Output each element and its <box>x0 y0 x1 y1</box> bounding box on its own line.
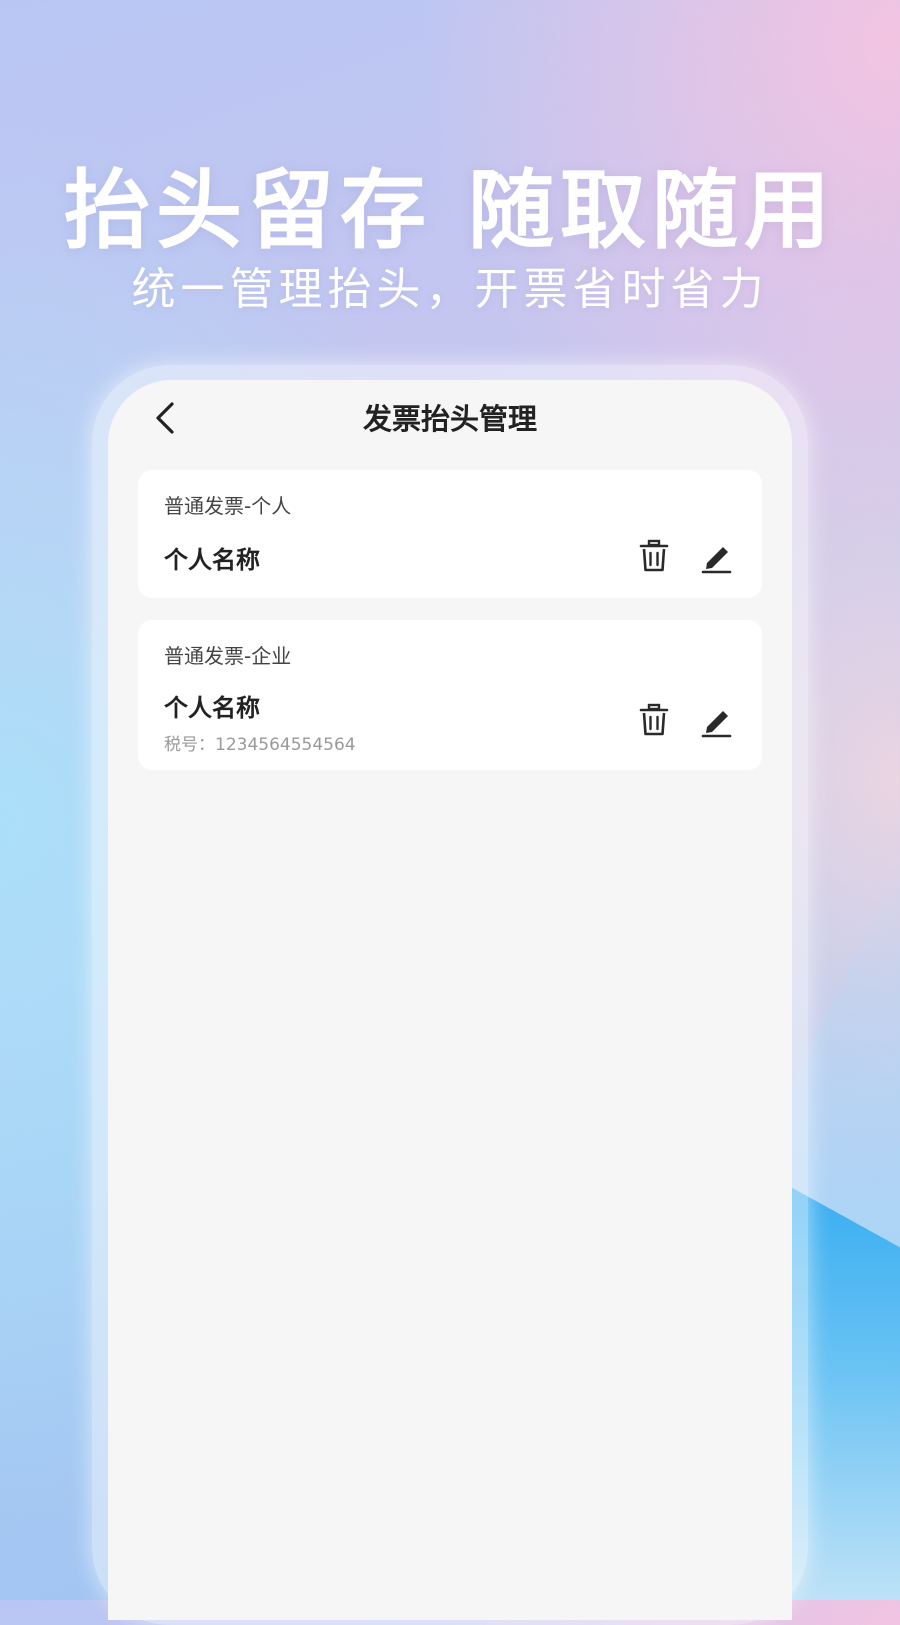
invoice-title-name: 个人名称 <box>164 546 260 574</box>
promo-headline: 抬头留存 随取随用 <box>64 161 836 261</box>
pencil-icon[interactable] <box>696 700 736 740</box>
tax-id-text: 税号：1234564554564 <box>164 735 356 755</box>
nav-bar: 发票抬头管理 <box>108 380 792 462</box>
pencil-icon[interactable] <box>696 536 736 576</box>
invoice-title-card[interactable]: 普通发票-企业 个人名称 税号：1234564554564 <box>138 620 762 770</box>
trash-icon[interactable] <box>634 700 674 740</box>
invoice-title-card[interactable]: 普通发票-个人 个人名称 <box>138 470 762 598</box>
phone-screen: 发票抬头管理 普通发票-个人 个人名称 普通发票-企业 个人名称 税号：1234… <box>108 380 792 1620</box>
invoice-type-label: 普通发票-企业 <box>164 644 292 668</box>
invoice-type-label: 普通发票-个人 <box>164 494 292 518</box>
trash-icon[interactable] <box>634 536 674 576</box>
invoice-title-name: 个人名称 <box>164 694 260 722</box>
promo-subline: 统一管理抬头，开票省时省力 <box>131 264 769 315</box>
page-title: 发票抬头管理 <box>362 402 537 436</box>
